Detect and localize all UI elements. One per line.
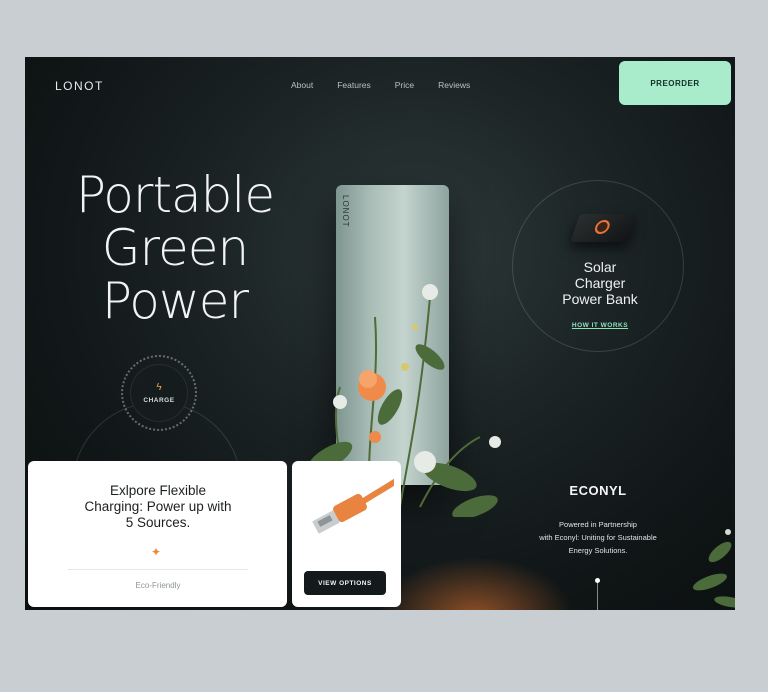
partner-text: Powered in Partnership with Econyl: Unit… [511, 518, 685, 557]
orange-glow [375, 557, 575, 610]
eco-friendly-tag: Eco-Friendly [135, 581, 181, 590]
partner-line2: with Econyl: Uniting for Sustainable [539, 533, 657, 542]
divider [68, 569, 248, 570]
preorder-button[interactable]: PREORDER [619, 61, 731, 105]
explore-title-line3: 5 Sources. [125, 515, 191, 530]
explore-title-line1: Exlpore Flexible [109, 483, 207, 498]
leaves-decoration [692, 529, 735, 608]
nav-features[interactable]: Features [337, 80, 371, 90]
charge-button[interactable]: ϟ CHARGE [121, 355, 197, 431]
options-card: VIEW OPTIONS [292, 461, 401, 607]
charge-label: CHARGE [143, 396, 175, 404]
lightning-bolt-icon: ϟ [156, 381, 162, 393]
brand-logo[interactable]: LONOT [55, 79, 104, 93]
solar-charger-image [570, 214, 638, 242]
hero-title-line2: Green [101, 219, 249, 277]
charge-button-inner: ϟ CHARGE [130, 364, 188, 422]
hero-title-line1: Portable [75, 166, 275, 224]
solar-title: Solar Charger Power Bank [540, 259, 660, 307]
hero-title: Portable Green Power [45, 169, 305, 328]
main-nav: About Features Price Reviews [291, 80, 470, 90]
partner-line3: Energy Solutions. [568, 546, 628, 555]
explore-title-line2: Charging: Power up with [84, 499, 232, 514]
nav-about[interactable]: About [291, 80, 313, 90]
scroll-indicator-dot [595, 578, 600, 583]
explore-card-title: Exlpore Flexible Charging: Power up with… [43, 483, 273, 531]
view-options-button[interactable]: VIEW OPTIONS [304, 571, 386, 595]
sparkle-icon: ✦ [151, 545, 162, 559]
partner-line1: Powered in Partnership [559, 520, 637, 529]
explore-card[interactable]: Exlpore Flexible Charging: Power up with… [28, 461, 287, 607]
econyl-logo: ECONYL [569, 483, 627, 498]
scroll-indicator-line [597, 580, 598, 610]
how-it-works-link[interactable]: HOW IT WORKS [560, 322, 640, 329]
nav-reviews[interactable]: Reviews [438, 80, 470, 90]
usb-cable-image [312, 479, 394, 534]
nav-price[interactable]: Price [395, 80, 414, 90]
solar-title-line1: Solar [583, 259, 617, 275]
solar-title-line2: Charger [574, 275, 626, 291]
hero-title-line3: Power [101, 272, 249, 330]
solar-title-line3: Power Bank [562, 291, 638, 307]
landing-page: LONOT About Features Price Reviews PREOR… [25, 57, 735, 610]
